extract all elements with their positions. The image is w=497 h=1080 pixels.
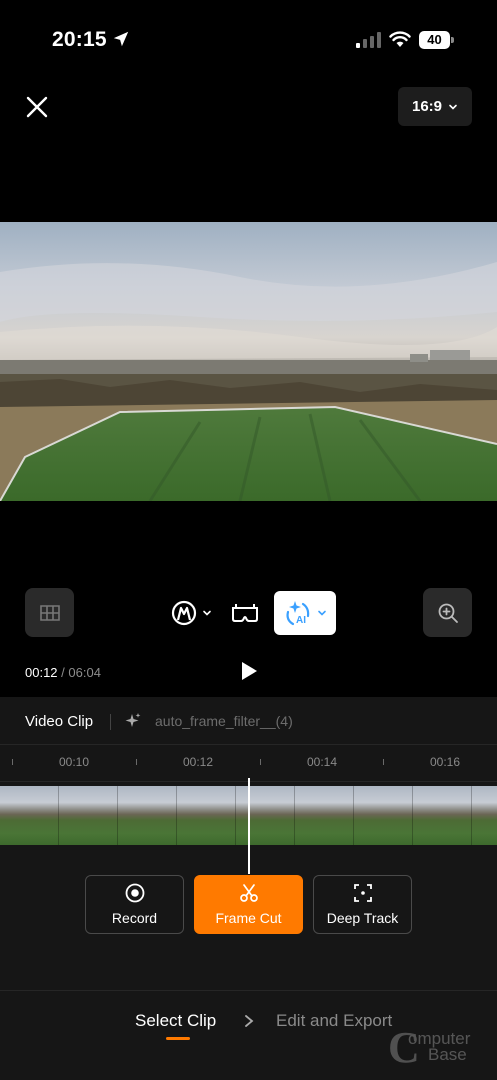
time-ruler[interactable]: 00:10 00:12 00:14 00:16 (0, 746, 497, 782)
chevron-down-icon (449, 104, 457, 110)
total-time: 06:04 (68, 665, 101, 680)
step-edit-export[interactable]: Edit and Export (276, 1011, 392, 1031)
ruler-tick (136, 759, 137, 765)
close-icon[interactable] (22, 92, 52, 122)
record-label: Record (111, 910, 158, 926)
filmstrip-frame (413, 786, 472, 845)
deep-track-label: Deep Track (326, 910, 399, 926)
chevron-down-icon (203, 610, 211, 616)
active-step-indicator (166, 1037, 190, 1040)
crop-grid-icon (39, 604, 60, 621)
computerbase-watermark: C omputer Base (388, 1023, 471, 1072)
status-time: 20:15 (52, 28, 107, 51)
time-separator: / (61, 665, 65, 680)
video-preview[interactable] (0, 222, 497, 501)
ruler-tick (260, 759, 261, 765)
vr-headset-icon (232, 604, 258, 622)
deep-track-button[interactable]: Deep Track (313, 875, 412, 934)
battery-level: 40 (419, 31, 450, 49)
zoom-in-button[interactable] (423, 588, 472, 637)
aspect-ratio-dropdown[interactable]: 16:9 (398, 87, 472, 126)
ai-label: AI (296, 615, 306, 626)
video-clip-label: Video Clip (25, 713, 94, 730)
ruler-label: 00:14 (306, 755, 338, 769)
filmstrip-frame (236, 786, 295, 845)
play-icon[interactable] (238, 660, 260, 682)
chevron-right-icon (245, 1015, 254, 1027)
step-select-clip[interactable]: Select Clip (135, 1011, 216, 1031)
battery-icon: 40 (419, 31, 454, 49)
wifi-icon (389, 31, 411, 47)
filmstrip-frame (118, 786, 177, 845)
playhead[interactable] (248, 778, 250, 874)
ruler-label: 00:16 (429, 755, 461, 769)
current-time: 00:12 (25, 665, 58, 680)
gimbal-mode-dropdown[interactable] (170, 599, 212, 627)
ruler-label: 00:10 (58, 755, 90, 769)
ruler-tick (12, 759, 13, 765)
ai-reframe-dropdown[interactable]: AI (274, 591, 336, 635)
frame-cut-button[interactable]: Frame Cut (194, 875, 303, 934)
filter-name[interactable]: auto_frame_filter__(4) (155, 713, 293, 729)
filmstrip-frame (472, 786, 497, 845)
sparkle-icon (125, 713, 141, 727)
center-tools: AI (170, 591, 336, 635)
zoom-in-icon (438, 603, 458, 623)
playback-timecode: 00:12 / 06:04 (25, 665, 101, 680)
ruler-label: 00:12 (182, 755, 214, 769)
gimbal-mode-icon (171, 600, 197, 626)
aspect-ratio-label: 16:9 (411, 98, 443, 115)
filmstrip-frame (295, 786, 354, 845)
location-arrow-icon (113, 31, 129, 47)
deep-track-icon (353, 884, 372, 902)
chevron-down-icon (318, 610, 326, 616)
scissors-icon (239, 884, 258, 902)
filmstrip-frame (0, 786, 59, 845)
filmstrip-frame (177, 786, 236, 845)
filmstrip-frame (59, 786, 118, 845)
record-button[interactable]: Record (85, 875, 184, 934)
ruler-tick (383, 759, 384, 765)
vr-view-button[interactable] (230, 601, 260, 625)
ai-sparkle-icon: AI (286, 601, 310, 626)
clip-header: Video Clip auto_frame_filter__(4) (0, 697, 497, 745)
record-icon (125, 883, 144, 903)
divider (110, 714, 111, 730)
filmstrip-frame (354, 786, 413, 845)
status-bar: 20:15 40 (0, 0, 497, 80)
cellular-signal-icon (356, 32, 381, 48)
crop-grid-button[interactable] (25, 588, 74, 637)
frame-cut-label: Frame Cut (215, 910, 282, 926)
